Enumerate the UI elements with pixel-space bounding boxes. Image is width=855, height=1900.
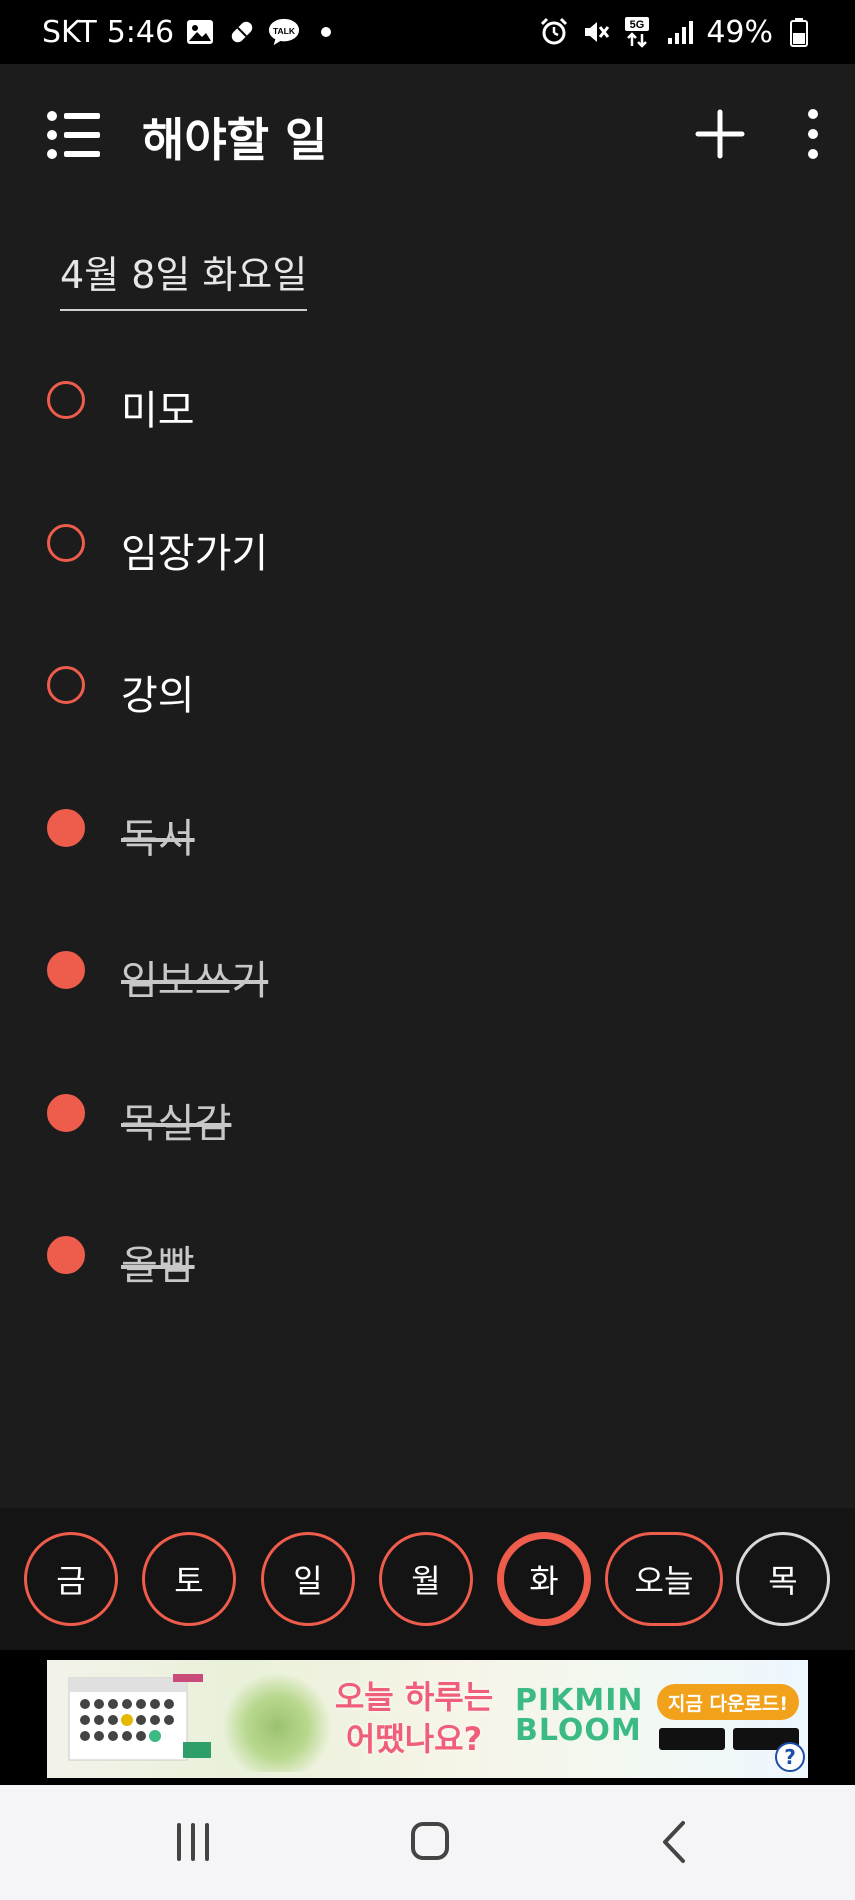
checked-circle-icon[interactable] xyxy=(47,808,85,847)
task-label: 올빰 xyxy=(121,1243,195,1289)
task-row[interactable]: 미모 xyxy=(0,336,855,479)
checked-circle-icon[interactable] xyxy=(47,1093,85,1132)
battery-percent: 49% xyxy=(706,14,773,50)
carrier-label: SKT xyxy=(42,14,97,50)
ad-download-button[interactable]: 지금 다운로드! xyxy=(657,1684,799,1720)
ad-banner[interactable]: 오늘 하루는 어땠나요? PIKMIN BLOOM 지금 다운로드! ? xyxy=(47,1660,808,1778)
home-icon[interactable] xyxy=(400,1817,460,1867)
recents-icon[interactable] xyxy=(163,1817,223,1867)
day-chip[interactable]: 일 xyxy=(261,1532,355,1626)
kakaotalk-icon: TALK xyxy=(268,16,300,48)
ad-brand-line1: PIKMIN xyxy=(515,1683,644,1718)
gallery-icon xyxy=(184,16,216,48)
system-nav-bar xyxy=(0,1785,855,1900)
checked-circle-icon[interactable] xyxy=(47,1236,85,1274)
date-selector[interactable]: 4월 8일 화요일 xyxy=(60,244,308,311)
status-left: SKT 5:46 TALK xyxy=(42,15,342,50)
ad-headline-line2: 어땠나요? xyxy=(345,1720,483,1758)
ad-headline: 오늘 하루는 어땠나요? xyxy=(309,1676,519,1760)
unchecked-circle-icon[interactable] xyxy=(47,523,85,562)
network-label: 5G xyxy=(630,19,645,31)
task-row[interactable]: 강의 xyxy=(0,621,855,764)
day-chip[interactable]: 화 xyxy=(497,1532,591,1626)
task-row[interactable]: 독서 xyxy=(0,764,855,907)
app-header: 해야할 일 xyxy=(0,64,855,204)
task-label: 임보쓰기 xyxy=(121,958,269,1004)
task-label: 미모 xyxy=(121,388,195,434)
ad-help-icon[interactable]: ? xyxy=(775,1742,805,1772)
more-vertical-icon[interactable] xyxy=(795,104,831,164)
calendar-illustration xyxy=(65,1672,215,1768)
unchecked-circle-icon[interactable] xyxy=(47,666,85,704)
task-label: 독서 xyxy=(121,815,195,862)
talk-label: TALK xyxy=(273,26,296,36)
app-store-badge-icon[interactable] xyxy=(659,1728,725,1750)
task-list: 미모임장가기강의독서임보쓰기목실감올빰 xyxy=(0,336,855,1334)
ad-brand-line2: BLOOM xyxy=(515,1713,642,1748)
signal-icon xyxy=(664,16,696,48)
back-icon[interactable] xyxy=(645,1817,705,1867)
ad-zone: 오늘 하루는 어땠나요? PIKMIN BLOOM 지금 다운로드! ? xyxy=(0,1650,855,1785)
clock-time: 5:46 xyxy=(106,14,175,50)
list-icon[interactable] xyxy=(46,110,106,160)
day-chip[interactable]: 토 xyxy=(142,1532,236,1626)
day-chip[interactable]: 월 xyxy=(379,1532,473,1626)
status-bar: SKT 5:46 TALK 5G 49% xyxy=(0,0,855,64)
task-row[interactable]: 임장가기 xyxy=(0,479,855,622)
page-title: 해야할 일 xyxy=(142,113,328,167)
mute-icon xyxy=(580,16,612,48)
pill-icon xyxy=(226,16,258,48)
task-row[interactable]: 목실감 xyxy=(0,1049,855,1192)
day-chip[interactable]: 오늘 xyxy=(605,1532,723,1626)
day-chip[interactable]: 금 xyxy=(24,1532,118,1626)
task-label: 목실감 xyxy=(121,1100,232,1147)
unchecked-circle-icon[interactable] xyxy=(47,381,85,419)
ad-headline-line1: 오늘 하루는 xyxy=(334,1678,494,1716)
task-label: 임장가기 xyxy=(121,530,269,577)
task-row[interactable]: 임보쓰기 xyxy=(0,906,855,1049)
notification-dot-icon xyxy=(310,16,342,48)
alarm-icon xyxy=(538,16,570,48)
network-5g-icon: 5G xyxy=(622,16,654,48)
battery-icon xyxy=(783,16,815,48)
task-row[interactable]: 올빰 xyxy=(0,1191,855,1334)
checked-circle-icon[interactable] xyxy=(47,951,85,989)
day-selector-bar: 금 토 일 월 화 오늘 목 xyxy=(0,1508,855,1650)
status-right: 5G 49% xyxy=(538,15,815,50)
task-label: 강의 xyxy=(121,673,195,719)
day-chip[interactable]: 목 xyxy=(736,1532,830,1626)
ad-brand-logo: PIKMIN BLOOM xyxy=(515,1686,645,1746)
plus-icon[interactable] xyxy=(690,104,750,164)
